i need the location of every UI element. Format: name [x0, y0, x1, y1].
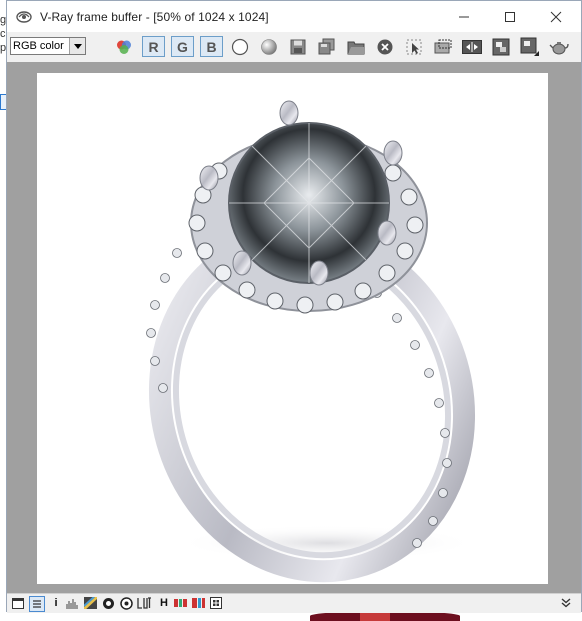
chevron-down-icon[interactable]: [69, 38, 85, 54]
color-mode-value: RGB color: [13, 40, 64, 52]
stamp-icon[interactable]: [119, 596, 133, 610]
window-icon[interactable]: [11, 596, 25, 610]
lens-effects-icon[interactable]: [101, 596, 115, 610]
minimize-icon: [459, 16, 469, 17]
teapot-render-icon[interactable]: [548, 36, 570, 58]
frame-buffer-viewport[interactable]: [7, 62, 581, 593]
color-picker-icon[interactable]: [83, 596, 97, 610]
histogram-icon[interactable]: [65, 596, 79, 610]
window-title: V-Ray frame buffer - [50% of 1024 x 1024…: [40, 9, 269, 24]
compare-ab-icon[interactable]: [461, 36, 483, 58]
toolbar: RGB color R G B: [7, 32, 581, 62]
info-icon[interactable]: i: [49, 596, 63, 610]
rendered-image: [37, 73, 548, 584]
color-mode-select[interactable]: RGB color: [10, 37, 86, 55]
display-settings-icon[interactable]: [29, 596, 45, 612]
render-history-icon[interactable]: [490, 36, 512, 58]
color-corrections-icon[interactable]: [519, 36, 541, 58]
test-resolution-icon[interactable]: [209, 596, 223, 610]
close-button[interactable]: [533, 1, 579, 32]
status-bar: i H: [7, 593, 581, 613]
lut-icon[interactable]: [137, 596, 151, 610]
maximize-button[interactable]: [487, 1, 533, 32]
h-button[interactable]: H: [157, 596, 171, 610]
rgb-channels-icon[interactable]: [113, 36, 135, 58]
vray-frame-buffer-window: V-Ray frame buffer - [50% of 1024 x 1024…: [6, 0, 582, 613]
ocio-icon[interactable]: [191, 596, 205, 610]
maximize-icon: [505, 11, 515, 22]
title-bar[interactable]: V-Ray frame buffer - [50% of 1024 x 1024…: [7, 1, 581, 32]
alpha-channel-icon[interactable]: [229, 36, 251, 58]
open-folder-icon[interactable]: [345, 36, 367, 58]
clear-image-icon[interactable]: [374, 36, 396, 58]
monochrome-icon[interactable]: [258, 36, 280, 58]
ring-render-image: [146, 100, 477, 583]
blue-channel-button[interactable]: B: [200, 36, 223, 57]
minimize-button[interactable]: [441, 1, 487, 32]
pixel-aspect-icon[interactable]: [173, 596, 187, 610]
green-channel-button[interactable]: G: [171, 36, 194, 57]
red-channel-button[interactable]: R: [142, 36, 165, 57]
close-icon: [550, 11, 562, 22]
region-render-icon[interactable]: [432, 36, 454, 58]
expand-panel-icon[interactable]: [559, 596, 573, 610]
vray-logo-icon: [16, 10, 32, 23]
track-mouse-icon[interactable]: [403, 36, 425, 58]
save-all-icon[interactable]: [316, 36, 338, 58]
save-image-icon[interactable]: [287, 36, 309, 58]
